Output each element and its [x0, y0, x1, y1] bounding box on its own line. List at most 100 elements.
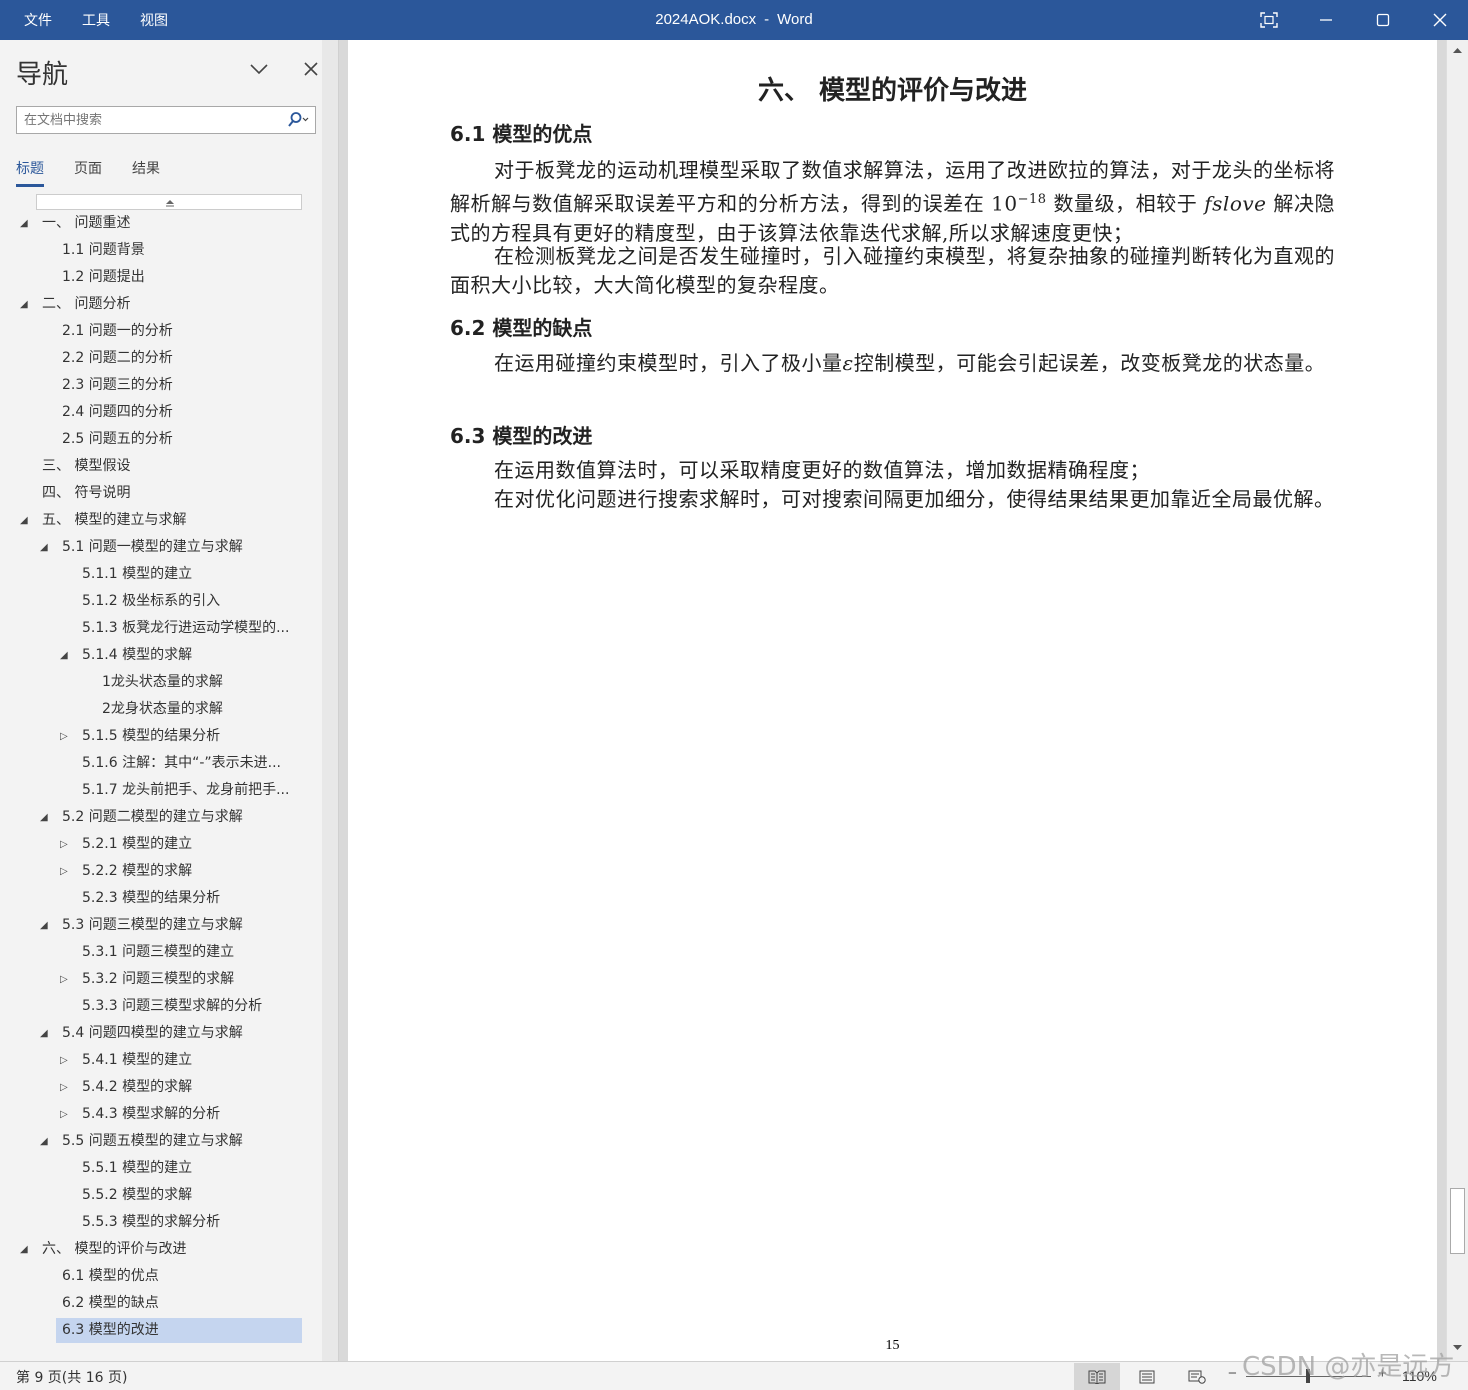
- outline-item[interactable]: 5.1.7 龙头前把手、龙身前把手...: [0, 777, 320, 804]
- tab-pages[interactable]: 页面: [74, 158, 102, 187]
- outline-item[interactable]: ▷ 5.2.2 模型的求解: [0, 858, 320, 885]
- outline-item[interactable]: 1龙头状态量的求解: [0, 669, 320, 696]
- collapsed-triangle-icon[interactable]: ▷: [60, 831, 68, 858]
- maximize-button[interactable]: [1354, 0, 1411, 40]
- page-count[interactable]: 第 9 页(共 16 页): [16, 1367, 127, 1387]
- minimize-button[interactable]: [1297, 0, 1354, 40]
- outline-item-label: 6.3 模型的改进: [62, 1322, 159, 1338]
- outline-item[interactable]: 5.3.1 问题三模型的建立: [0, 939, 320, 966]
- document-page[interactable]: 六、 模型的评价与改进 6.1 模型的优点 对于板凳龙的运动机理模型采取了数值求…: [348, 40, 1437, 1361]
- expanded-triangle-icon[interactable]: ◢: [40, 912, 48, 939]
- expanded-triangle-icon[interactable]: ◢: [20, 210, 28, 237]
- outline-item-label: 三、 模型假设: [42, 458, 131, 474]
- outline-item[interactable]: 2龙身状态量的求解: [0, 696, 320, 723]
- outline-item[interactable]: ▷ 5.3.2 问题三模型的求解: [0, 966, 320, 993]
- outline-item[interactable]: 2.1 问题一的分析: [0, 318, 320, 345]
- close-button[interactable]: [1411, 0, 1468, 40]
- web-layout-button[interactable]: [1174, 1363, 1220, 1390]
- outline-item-label: 5.1.6 注解：其中“-”表示未进...: [82, 755, 281, 771]
- outline-item-label: 5.3 问题三模型的建立与求解: [62, 917, 243, 933]
- menu-file[interactable]: 文件: [24, 10, 52, 30]
- paragraph-text: 在运用碰撞约束模型时，引入了极小量: [494, 351, 843, 375]
- outline-item[interactable]: ◢ 5.2 问题二模型的建立与求解: [0, 804, 320, 831]
- print-layout-icon: [1139, 1370, 1155, 1383]
- document-scrollbar[interactable]: [1446, 40, 1468, 1361]
- expanded-triangle-icon[interactable]: ◢: [40, 804, 48, 831]
- zoom-out-button[interactable]: −: [1228, 1365, 1237, 1382]
- outline-item[interactable]: 2.3 问题三的分析: [0, 372, 320, 399]
- outline-item[interactable]: 6.2 模型的缺点: [0, 1290, 320, 1317]
- outline-item[interactable]: ◢ 5.1.4 模型的求解: [0, 642, 320, 669]
- paragraph-text: 数量级，相较于: [1046, 191, 1205, 216]
- pane-options-button[interactable]: [248, 58, 270, 80]
- title-separator: -: [764, 11, 770, 28]
- expanded-triangle-icon[interactable]: ◢: [40, 1020, 48, 1047]
- expanded-triangle-icon[interactable]: ◢: [40, 534, 48, 561]
- outline-item[interactable]: ◢ 5.1 问题一模型的建立与求解: [0, 534, 320, 561]
- scrollbar-thumb[interactable]: [1450, 1188, 1465, 1254]
- outline-item[interactable]: 1.1 问题背景: [0, 237, 320, 264]
- outline-item[interactable]: 2.5 问题五的分析: [0, 426, 320, 453]
- print-layout-button[interactable]: [1124, 1363, 1170, 1390]
- outline-item-label: 5.1.5 模型的结果分析: [82, 728, 221, 744]
- expanded-triangle-icon[interactable]: ◢: [20, 291, 28, 318]
- outline-item[interactable]: 5.1.1 模型的建立: [0, 561, 320, 588]
- outline-item-label: 5.5.1 模型的建立: [82, 1160, 193, 1176]
- outline-item[interactable]: 5.1.2 极坐标系的引入: [0, 588, 320, 615]
- collapsed-triangle-icon[interactable]: ▷: [60, 723, 68, 750]
- scroll-up-icon[interactable]: [1452, 46, 1463, 54]
- outline-item-label: 一、 问题重述: [42, 215, 131, 231]
- nav-scrollbar[interactable]: [322, 40, 338, 1361]
- outline-item[interactable]: ◢ 六、 模型的评价与改进: [0, 1236, 320, 1263]
- tab-headings[interactable]: 标题: [16, 158, 44, 187]
- collapsed-triangle-icon[interactable]: ▷: [60, 966, 68, 993]
- outline-item[interactable]: 5.5.2 模型的求解: [0, 1182, 320, 1209]
- expanded-triangle-icon[interactable]: ◢: [60, 642, 68, 669]
- focus-mode-button[interactable]: [1240, 0, 1297, 40]
- collapsed-triangle-icon[interactable]: ▷: [60, 858, 68, 885]
- outline-item[interactable]: ▷ 5.2.1 模型的建立: [0, 831, 320, 858]
- collapsed-triangle-icon[interactable]: ▷: [60, 1047, 68, 1074]
- outline-item[interactable]: 5.1.3 板凳龙行进运动学模型的...: [0, 615, 320, 642]
- close-pane-button[interactable]: [300, 58, 322, 80]
- outline-item[interactable]: 2.4 问题四的分析: [0, 399, 320, 426]
- menu-tools[interactable]: 工具: [82, 10, 110, 30]
- window-title: 2024AOK.docx - Word: [560, 0, 908, 40]
- outline-item[interactable]: 5.5.1 模型的建立: [0, 1155, 320, 1182]
- outline-item[interactable]: ▷ 5.4.3 模型求解的分析: [0, 1101, 320, 1128]
- outline-item[interactable]: 6.3 模型的改进: [0, 1317, 320, 1344]
- read-mode-button[interactable]: [1074, 1363, 1120, 1390]
- outline-item[interactable]: 2.2 问题二的分析: [0, 345, 320, 372]
- tab-results[interactable]: 结果: [132, 158, 160, 187]
- outline-item-label: 5.2.3 模型的结果分析: [82, 890, 221, 906]
- read-mode-icon: [1088, 1370, 1106, 1384]
- outline-item[interactable]: 四、 符号说明: [0, 480, 320, 507]
- search-input[interactable]: [17, 107, 274, 133]
- outline-item[interactable]: ◢ 5.4 问题四模型的建立与求解: [0, 1020, 320, 1047]
- outline-scroll-up[interactable]: [36, 194, 302, 210]
- collapsed-triangle-icon[interactable]: ▷: [60, 1101, 68, 1128]
- outline-item[interactable]: 三、 模型假设: [0, 453, 320, 480]
- outline-item[interactable]: 5.1.6 注解：其中“-”表示未进...: [0, 750, 320, 777]
- outline-item[interactable]: 5.3.3 问题三模型求解的分析: [0, 993, 320, 1020]
- outline-item-label: 5.2.2 模型的求解: [82, 863, 193, 879]
- outline-item[interactable]: 6.1 模型的优点: [0, 1263, 320, 1290]
- outline-item[interactable]: ◢ 二、 问题分析: [0, 291, 320, 318]
- outline-item[interactable]: ◢ 5.5 问题五模型的建立与求解: [0, 1128, 320, 1155]
- outline-item[interactable]: ▷ 5.1.5 模型的结果分析: [0, 723, 320, 750]
- outline-item[interactable]: ◢ 一、 问题重述: [0, 210, 320, 237]
- outline-item[interactable]: 5.2.3 模型的结果分析: [0, 885, 320, 912]
- outline-item-label: 5.4.1 模型的建立: [82, 1052, 193, 1068]
- search-button[interactable]: [287, 111, 309, 134]
- outline-item[interactable]: ◢ 五、 模型的建立与求解: [0, 507, 320, 534]
- outline-item[interactable]: 5.5.3 模型的求解分析: [0, 1209, 320, 1236]
- collapsed-triangle-icon[interactable]: ▷: [60, 1074, 68, 1101]
- outline-item[interactable]: ◢ 5.3 问题三模型的建立与求解: [0, 912, 320, 939]
- expanded-triangle-icon[interactable]: ◢: [40, 1128, 48, 1155]
- expanded-triangle-icon[interactable]: ◢: [20, 1236, 28, 1263]
- expanded-triangle-icon[interactable]: ◢: [20, 507, 28, 534]
- outline-item[interactable]: 1.2 问题提出: [0, 264, 320, 291]
- outline-item[interactable]: ▷ 5.4.2 模型的求解: [0, 1074, 320, 1101]
- outline-item[interactable]: ▷ 5.4.1 模型的建立: [0, 1047, 320, 1074]
- menu-view[interactable]: 视图: [140, 10, 168, 30]
